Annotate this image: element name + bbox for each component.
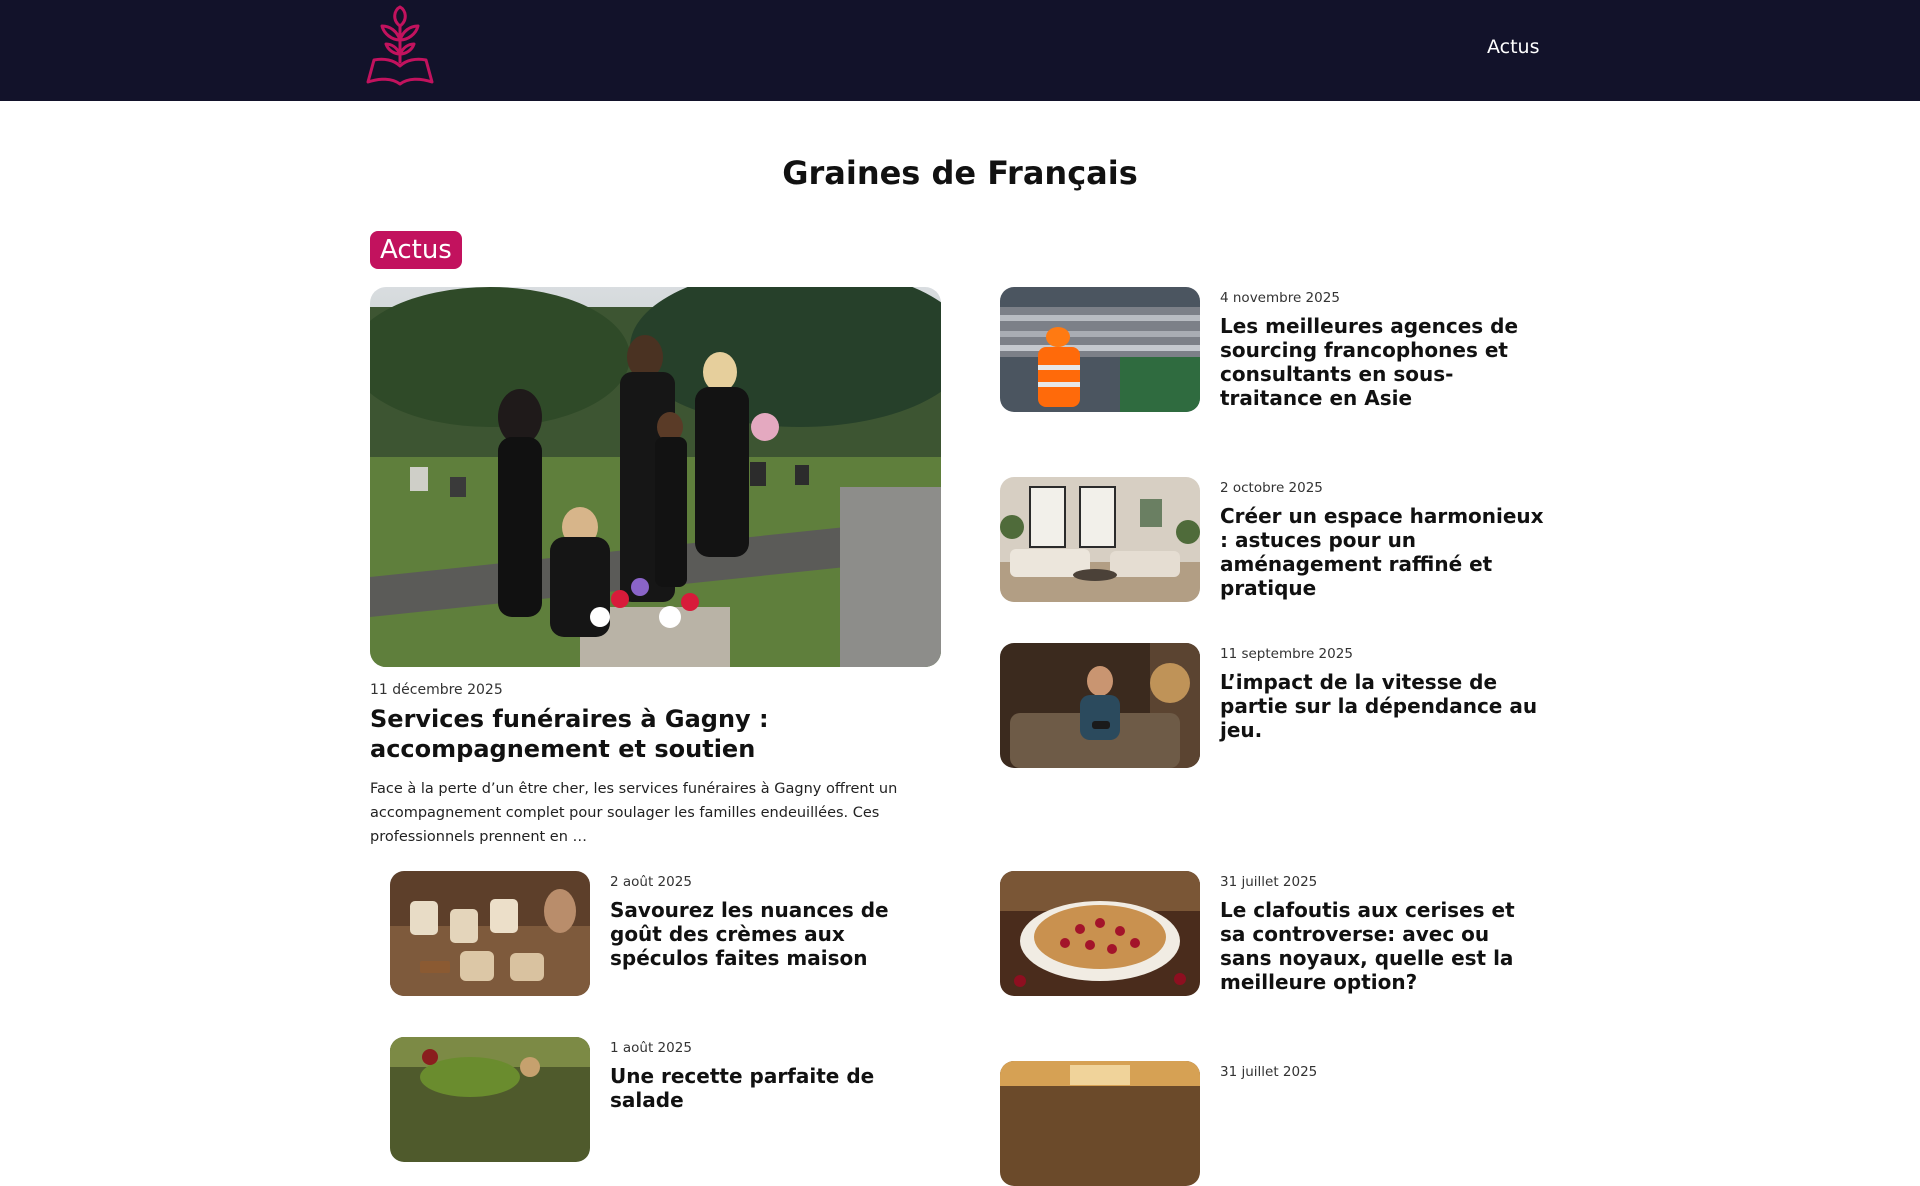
featured-article-date: 11 décembre 2025 [370, 682, 503, 698]
gamer-on-sofa-image[interactable] [1000, 643, 1200, 768]
speculoos-cream-jars-image[interactable] [390, 871, 590, 996]
category-badge[interactable]: Actus [370, 231, 462, 269]
article-title[interactable]: Savourez les nuances de goût des crèmes … [610, 898, 935, 970]
article-date: 1 août 2025 [610, 1040, 692, 1056]
book-sprout-logo-icon[interactable] [364, 4, 436, 86]
article-date: 31 juillet 2025 [1220, 1064, 1318, 1080]
article-date: 2 août 2025 [610, 874, 692, 890]
article-date: 4 novembre 2025 [1220, 290, 1340, 306]
industrial-worker-image[interactable] [1000, 287, 1200, 412]
article-title[interactable]: L’impact de la vitesse de partie sur la … [1220, 670, 1545, 742]
page-title: Graines de Français [782, 154, 1138, 192]
salad-table-image[interactable] [390, 1037, 590, 1162]
featured-article-image[interactable] [370, 287, 941, 667]
cherry-clafoutis-image[interactable] [1000, 871, 1200, 996]
article-title[interactable]: Les meilleures agences de sourcing franc… [1220, 314, 1545, 410]
article-date: 11 septembre 2025 [1220, 646, 1353, 662]
article-title[interactable]: Le clafoutis aux cerises et sa controver… [1220, 898, 1545, 994]
living-room-image[interactable] [1000, 477, 1200, 602]
article-title[interactable]: Une recette parfaite de salade [610, 1064, 935, 1112]
nav-link-actus[interactable]: Actus [1487, 36, 1540, 58]
article-title[interactable]: Créer un espace harmonieux : astuces pou… [1220, 504, 1545, 600]
article-date: 2 octobre 2025 [1220, 480, 1323, 496]
featured-article-excerpt: Face à la perte d’un être cher, les serv… [370, 781, 898, 845]
article-date: 31 juillet 2025 [1220, 874, 1318, 890]
site-header: Actus [0, 0, 1920, 101]
featured-article-title[interactable]: Services funéraires à Gagny : accompagne… [370, 704, 950, 764]
